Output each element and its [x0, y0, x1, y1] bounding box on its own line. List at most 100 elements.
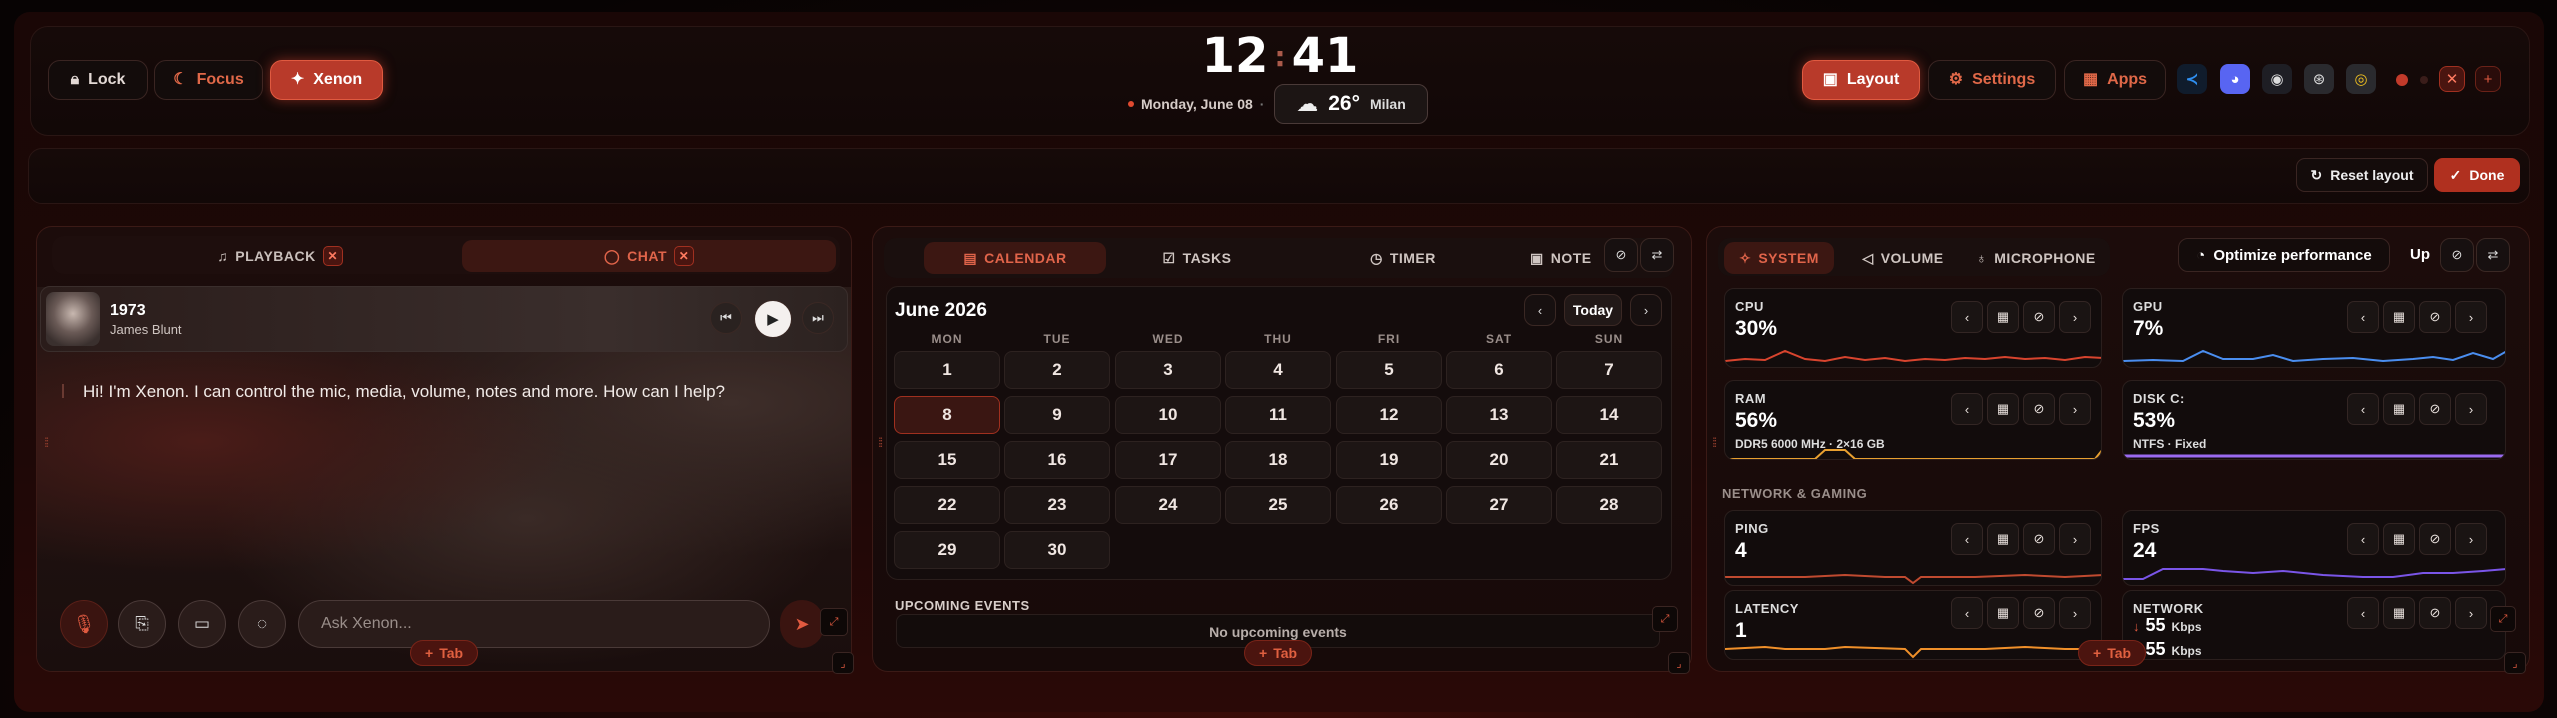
- hide-icon[interactable]: ⊘: [1604, 238, 1638, 272]
- close-tab-icon[interactable]: ✕: [322, 246, 343, 266]
- calendar-day[interactable]: 24: [1115, 486, 1221, 524]
- chevron-right-icon[interactable]: ›: [2059, 393, 2091, 425]
- calendar-day[interactable]: 15: [894, 441, 1000, 479]
- discord-icon[interactable]: ◕: [2220, 64, 2250, 94]
- calendar-day[interactable]: 13: [1446, 396, 1552, 434]
- calendar-day-selected[interactable]: 8: [894, 396, 1000, 434]
- tab-volume[interactable]: ◁ VOLUME: [1848, 242, 1958, 274]
- chevron-left-icon[interactable]: ‹: [2347, 523, 2379, 555]
- calendar-day[interactable]: 18: [1225, 441, 1331, 479]
- today-button[interactable]: Today: [1564, 294, 1622, 326]
- calendar-day[interactable]: 19: [1336, 441, 1442, 479]
- calendar-day[interactable]: 29: [894, 531, 1000, 569]
- expand-icon[interactable]: ⤢: [1652, 606, 1678, 632]
- grid-icon[interactable]: ▦: [1987, 523, 2019, 555]
- weather-widget[interactable]: ☁ 26° Milan: [1274, 84, 1428, 124]
- hide-icon[interactable]: ⊘: [2419, 301, 2451, 333]
- calendar-day[interactable]: 22: [894, 486, 1000, 524]
- grid-icon[interactable]: ▦: [1987, 597, 2019, 629]
- calendar-day[interactable]: 17: [1115, 441, 1221, 479]
- chevron-left-icon[interactable]: ‹: [2347, 301, 2379, 333]
- tab-system[interactable]: ✧ SYSTEM: [1724, 242, 1834, 274]
- add-tab-button[interactable]: + Tab: [2078, 640, 2147, 666]
- tab-microphone[interactable]: ♁ MICROPHONE: [1968, 242, 2104, 274]
- chevron-left-icon[interactable]: ‹: [2347, 597, 2379, 629]
- chevron-right-icon[interactable]: ›: [2455, 301, 2487, 333]
- calendar-day[interactable]: 14: [1556, 396, 1662, 434]
- vscode-icon[interactable]: ≺: [2177, 64, 2207, 94]
- calendar-day[interactable]: 27: [1446, 486, 1552, 524]
- hide-icon[interactable]: ⊘: [2419, 393, 2451, 425]
- tab-timer[interactable]: ◷ TIMER: [1338, 242, 1468, 274]
- grid-icon[interactable]: ▦: [2383, 393, 2415, 425]
- calendar-day[interactable]: 1: [894, 351, 1000, 389]
- calendar-day[interactable]: 20: [1446, 441, 1552, 479]
- chevron-left-icon[interactable]: ‹: [1951, 597, 1983, 629]
- close-icon[interactable]: ✕: [2439, 66, 2465, 92]
- chevron-right-icon[interactable]: ›: [2059, 597, 2091, 629]
- resize-handle-icon[interactable]: ⌟: [832, 652, 854, 674]
- swap-icon[interactable]: ⇄: [1640, 238, 1674, 272]
- chevron-right-icon[interactable]: ›: [2059, 301, 2091, 333]
- calendar-day[interactable]: 3: [1115, 351, 1221, 389]
- add-tab-button[interactable]: + Tab: [410, 640, 479, 666]
- calendar-day[interactable]: 6: [1446, 351, 1552, 389]
- calendar-day[interactable]: 10: [1115, 396, 1221, 434]
- chrome-icon[interactable]: ◎: [2346, 64, 2376, 94]
- chevron-right-icon[interactable]: ›: [2059, 523, 2091, 555]
- grid-icon[interactable]: ▦: [2383, 301, 2415, 333]
- tab-playback[interactable]: ♫ PLAYBACK ✕: [190, 240, 370, 272]
- calendar-day[interactable]: 5: [1336, 351, 1442, 389]
- hide-icon[interactable]: ⊘: [2023, 301, 2055, 333]
- next-track-icon[interactable]: ⏭: [802, 302, 834, 334]
- expand-icon[interactable]: ⤢: [2490, 606, 2516, 632]
- grid-icon[interactable]: ▦: [2383, 523, 2415, 555]
- calendar-day[interactable]: 25: [1225, 486, 1331, 524]
- hide-icon[interactable]: ⊘: [2419, 597, 2451, 629]
- hide-icon[interactable]: ⊘: [2440, 238, 2474, 272]
- chevron-left-icon[interactable]: ‹: [1951, 301, 1983, 333]
- prev-month-icon[interactable]: ‹: [1524, 294, 1556, 326]
- calendar-day[interactable]: 30: [1004, 531, 1110, 569]
- mic-button[interactable]: 🎙︎: [60, 600, 108, 648]
- play-icon[interactable]: ▶: [754, 300, 792, 338]
- chevron-left-icon[interactable]: ‹: [2347, 393, 2379, 425]
- lock-button[interactable]: 🔒︎ Lock: [48, 60, 148, 100]
- calendar-day[interactable]: 2: [1004, 351, 1110, 389]
- add-tab-button[interactable]: + Tab: [1244, 640, 1313, 666]
- apps-button[interactable]: ▦ Apps: [2064, 60, 2166, 100]
- calendar-day[interactable]: 4: [1225, 351, 1331, 389]
- layout-button[interactable]: ▣ Layout: [1802, 60, 1920, 100]
- resize-handle-icon[interactable]: ⌟: [1668, 652, 1690, 674]
- swap-icon[interactable]: ⇄: [2476, 238, 2510, 272]
- hide-icon[interactable]: ⊘: [2419, 523, 2451, 555]
- reset-layout-button[interactable]: ↻ Reset layout: [2296, 158, 2428, 192]
- chevron-left-icon[interactable]: ‹: [1951, 393, 1983, 425]
- steam-icon[interactable]: ⊛: [2304, 64, 2334, 94]
- calendar-day[interactable]: 12: [1336, 396, 1442, 434]
- xenon-button[interactable]: ✦ Xenon: [270, 60, 383, 100]
- hide-icon[interactable]: ⊘: [2023, 393, 2055, 425]
- calendar-day[interactable]: 26: [1336, 486, 1442, 524]
- settings-button[interactable]: ⚙ Settings: [1928, 60, 2056, 100]
- close-tab-icon[interactable]: ✕: [674, 246, 694, 266]
- chevron-right-icon[interactable]: ›: [2455, 523, 2487, 555]
- drag-handle[interactable]: ⁞⁞: [44, 436, 49, 449]
- add-icon[interactable]: +: [2475, 66, 2501, 92]
- chat-input[interactable]: Ask Xenon...: [298, 600, 770, 648]
- drag-handle[interactable]: ⁞⁞: [878, 436, 883, 449]
- tab-tasks[interactable]: ☑ TASKS: [1132, 242, 1262, 274]
- expand-icon[interactable]: ⤢: [820, 608, 848, 636]
- hide-icon[interactable]: ⊘: [2023, 597, 2055, 629]
- chevron-left-icon[interactable]: ‹: [1951, 523, 1983, 555]
- previous-track-icon[interactable]: ⏮: [710, 302, 742, 334]
- focus-button[interactable]: ☾ Focus: [154, 60, 263, 100]
- done-button[interactable]: ✓ Done: [2434, 158, 2520, 192]
- grid-icon[interactable]: ▦: [1987, 393, 2019, 425]
- grid-icon[interactable]: ▦: [1987, 301, 2019, 333]
- calendar-day[interactable]: 11: [1225, 396, 1331, 434]
- obs-icon[interactable]: ◉: [2262, 64, 2292, 94]
- attach-button[interactable]: ⎘: [118, 600, 166, 648]
- calendar-day[interactable]: 21: [1556, 441, 1662, 479]
- resize-handle-icon[interactable]: ⌟: [2504, 652, 2526, 674]
